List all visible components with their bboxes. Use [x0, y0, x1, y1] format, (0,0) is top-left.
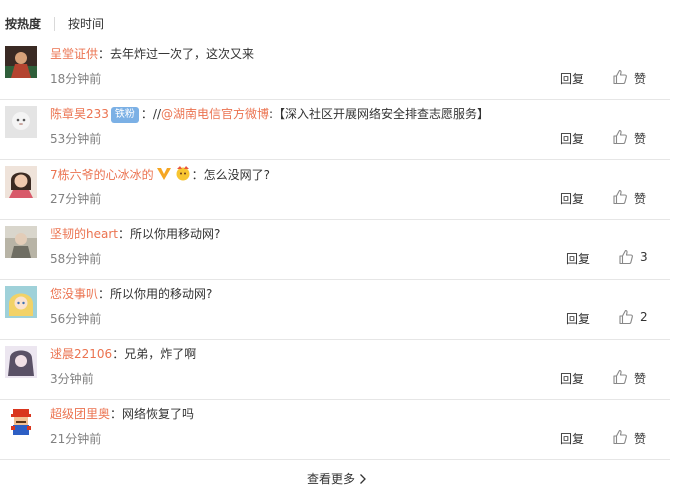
comment-content: 陈章昊233 铁粉 ：//@湖南电信官方微博:【深入社区开展网络安全排查志愿服务】	[50, 105, 489, 123]
comment-text: ：所以你用的移动网?	[98, 287, 213, 301]
comment-text: ：怎么没网了?	[191, 168, 271, 182]
avatar[interactable]	[5, 46, 37, 78]
thumbs-up-icon[interactable]	[618, 249, 634, 268]
comment-item: 7栋六爷的心冰冰的 ：怎么没网了? 27分钟前 回复 赞	[0, 160, 674, 220]
avatar[interactable]	[5, 346, 37, 378]
comment-item: 超级团里奥：网络恢复了吗 21分钟前 回复 赞	[0, 400, 674, 460]
avatar[interactable]	[5, 286, 37, 318]
comment-time: 53分钟前	[50, 132, 102, 146]
comment-item: 逑晨22106：兄弟，炸了啊 3分钟前 回复 赞	[0, 340, 674, 400]
mention-link[interactable]: @湖南电信官方微博	[161, 107, 269, 121]
comment-content: 呈堂证供：去年炸过一次了，这次又来	[50, 45, 254, 63]
comment-item: 陈章昊233 铁粉 ：//@湖南电信官方微博:【深入社区开展网络安全排查志愿服务】 …	[0, 100, 674, 160]
thumbs-up-icon[interactable]	[618, 309, 634, 328]
sort-by-time-tab[interactable]: 按时间	[68, 15, 104, 32]
comment-time: 27分钟前	[50, 192, 102, 206]
comment-time: 58分钟前	[50, 252, 102, 266]
comment-text: ：去年炸过一次了，这次又来	[98, 47, 255, 61]
like-button[interactable]: 赞	[634, 130, 646, 147]
reply-button[interactable]: 回复	[560, 130, 584, 147]
reply-button[interactable]: 回复	[560, 190, 584, 207]
like-button[interactable]: 赞	[634, 70, 646, 87]
comment-time: 3分钟前	[50, 372, 94, 386]
thumbs-up-icon[interactable]	[612, 69, 628, 88]
comment-content: 逑晨22106：兄弟，炸了啊	[50, 345, 196, 363]
thumbs-up-icon[interactable]	[612, 429, 628, 448]
like-button[interactable]: 赞	[634, 430, 646, 447]
username-link[interactable]: 陈章昊233	[50, 107, 109, 121]
like-count[interactable]: 3	[640, 250, 648, 264]
like-button[interactable]: 赞	[634, 190, 646, 207]
comment-item: 坚韧的heart：所以你用移动网? 58分钟前 回复 3	[0, 220, 674, 280]
comment-text: ：所以你用移动网?	[117, 227, 221, 241]
comment-item: 您没事叭：所以你用的移动网? 56分钟前 回复 2	[0, 280, 674, 340]
comment-text: :【深入社区开展网络安全排查志愿服务】	[269, 107, 490, 121]
thumbs-up-icon[interactable]	[612, 189, 628, 208]
comment-content: 坚韧的heart：所以你用移动网?	[50, 225, 220, 243]
reply-button[interactable]: 回复	[566, 250, 590, 267]
avatar[interactable]	[5, 166, 37, 198]
reply-button[interactable]: 回复	[566, 310, 590, 327]
username-link[interactable]: 超级团里奥	[50, 407, 110, 421]
sort-by-hot-tab[interactable]: 按热度	[5, 15, 41, 32]
comment-text-prefix: ：//	[140, 107, 161, 121]
thumbs-up-icon[interactable]	[612, 129, 628, 148]
avatar[interactable]	[5, 406, 37, 438]
thumbs-up-icon[interactable]	[612, 369, 628, 388]
emoji-icon	[174, 165, 192, 186]
load-more: 查看更多	[0, 470, 674, 490]
sort-divider	[54, 17, 55, 31]
comment-text: ：网络恢复了吗	[110, 407, 195, 421]
comment-item: 呈堂证供：去年炸过一次了，这次又来 18分钟前 回复 赞	[0, 40, 674, 100]
chevron-right-icon[interactable]	[359, 473, 367, 488]
username-link[interactable]: 坚韧的heart	[50, 227, 118, 241]
comment-time: 18分钟前	[50, 72, 102, 86]
reply-button[interactable]: 回复	[560, 430, 584, 447]
comment-text: ：兄弟，炸了啊	[112, 347, 197, 361]
reply-button[interactable]: 回复	[560, 370, 584, 387]
comment-time: 21分钟前	[50, 432, 102, 446]
username-link[interactable]: 7栋六爷的心冰冰的	[50, 168, 154, 182]
avatar[interactable]	[5, 226, 37, 258]
username-link[interactable]: 逑晨22106	[50, 347, 112, 361]
fan-badge: 铁粉	[110, 107, 139, 123]
like-count[interactable]: 2	[640, 310, 648, 324]
comment-content: 超级团里奥：网络恢复了吗	[50, 405, 194, 423]
comment-time: 56分钟前	[50, 312, 102, 326]
v-badge-icon	[156, 167, 172, 186]
comment-content: 您没事叭：所以你用的移动网?	[50, 285, 212, 303]
comment-content: 7栋六爷的心冰冰的 ：怎么没网了?	[50, 165, 270, 186]
like-button[interactable]: 赞	[634, 370, 646, 387]
reply-button[interactable]: 回复	[560, 70, 584, 87]
username-link[interactable]: 您没事叭	[50, 287, 98, 301]
sort-bar: 按热度 按时间	[0, 0, 674, 40]
separator	[0, 459, 670, 460]
load-more-button[interactable]: 查看更多	[307, 472, 355, 486]
username-link[interactable]: 呈堂证供	[50, 47, 98, 61]
avatar[interactable]	[5, 106, 37, 138]
